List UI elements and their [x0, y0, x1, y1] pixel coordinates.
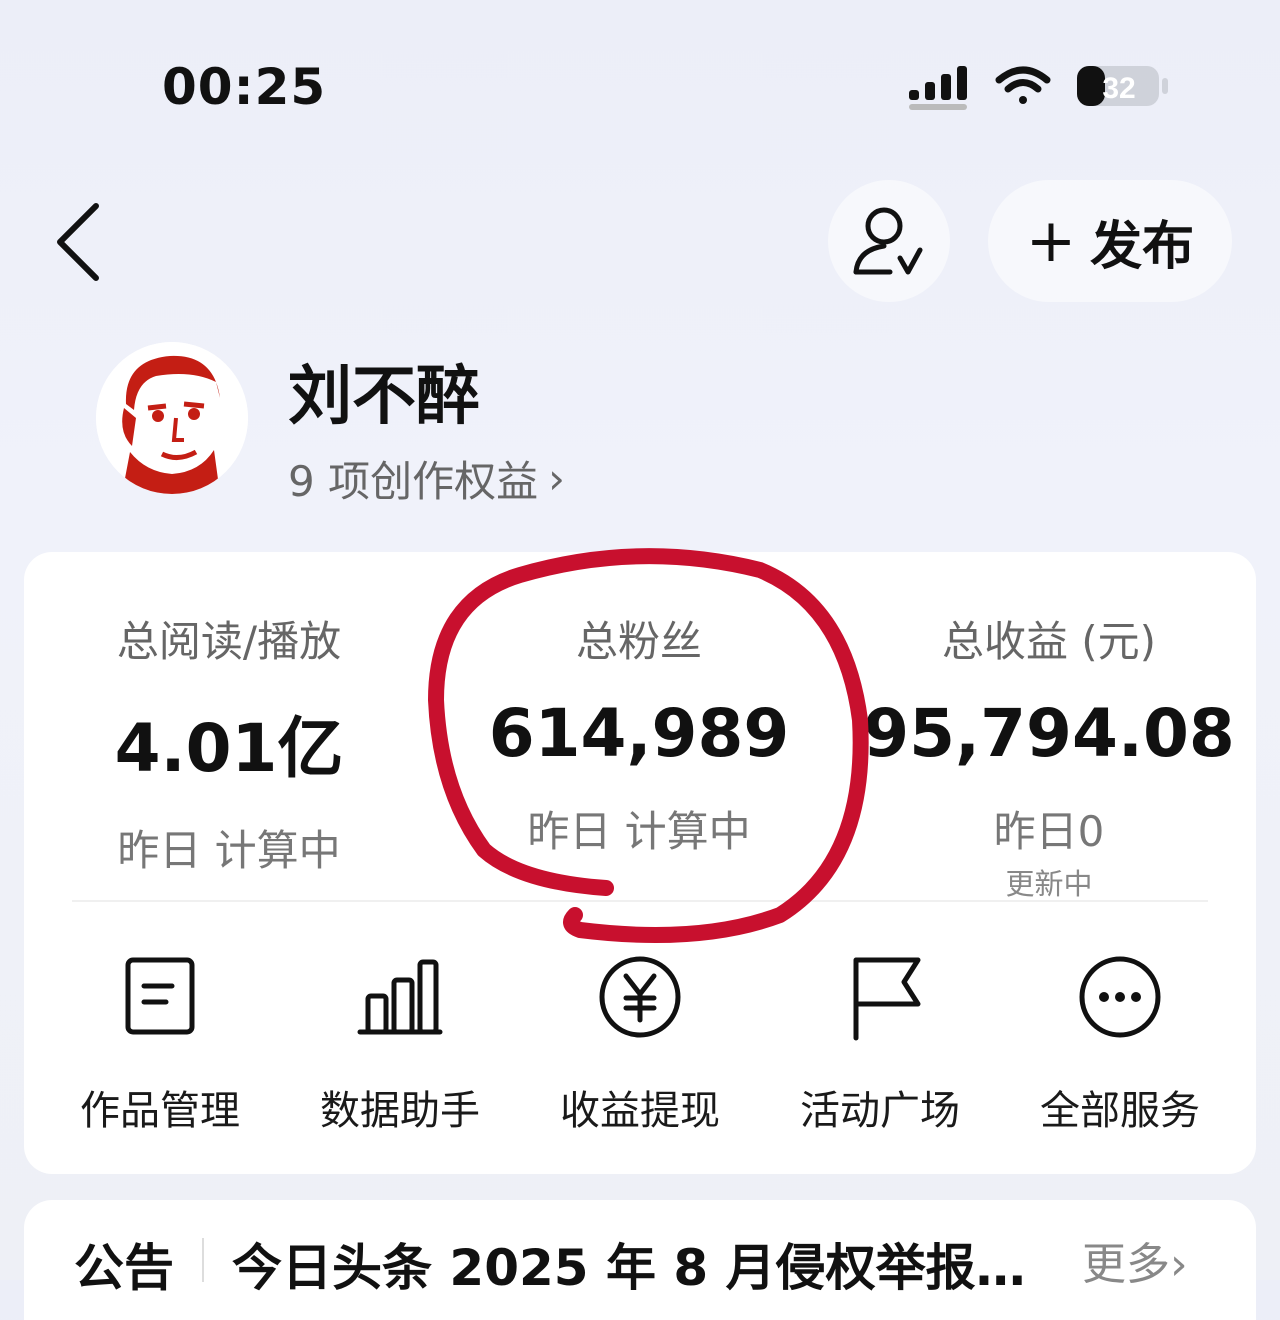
stat-value: 4.01亿	[114, 710, 344, 787]
plus-icon: +	[1025, 206, 1077, 276]
stat-total-earnings[interactable]: 总收益 (元) 95,794.08 昨日0 更新中	[844, 608, 1254, 903]
flag-icon	[853, 957, 921, 1041]
wifi-icon	[995, 66, 1051, 104]
chevron-right-icon: ›	[548, 454, 565, 503]
stat-label: 总粉丝	[575, 617, 702, 666]
creator-rights-link[interactable]: 9 项创作权益 ›	[288, 448, 565, 509]
publish-label: 发布	[1090, 216, 1195, 277]
notice-bar[interactable]: 公告 今日头条 2025 年 8 月侵权举报… 更多›	[24, 1200, 1256, 1320]
stat-label: 总阅读/播放	[116, 617, 342, 666]
service-earnings-withdraw[interactable]: 收益提现	[520, 952, 760, 1136]
username: 刘不醉	[288, 360, 480, 434]
stat-value: 95,794.08	[863, 695, 1235, 772]
user-verify-button[interactable]	[828, 180, 950, 302]
notice-title: 公告	[74, 1239, 174, 1297]
battery-icon: 32	[1077, 66, 1168, 106]
status-time: 00:25	[162, 58, 327, 116]
back-chevron-icon[interactable]	[50, 200, 110, 284]
service-activity-square[interactable]: 活动广场	[760, 952, 1000, 1136]
stat-sub: 昨日 计算中	[527, 807, 751, 856]
service-all-services[interactable]: 全部服务	[1000, 952, 1240, 1136]
avatar[interactable]	[96, 342, 248, 494]
status-icons: 32	[909, 66, 1168, 110]
stat-total-fans[interactable]: 总粉丝 614,989 昨日 计算中	[434, 608, 844, 859]
stat-sub-updating: 更新中	[1005, 867, 1093, 901]
stat-label: 总收益 (元)	[941, 617, 1157, 666]
publish-button[interactable]: + 发布	[988, 180, 1232, 302]
divider	[72, 900, 1208, 902]
stat-value: 614,989	[488, 695, 790, 772]
svg-text:32: 32	[1102, 72, 1135, 105]
stat-total-reads[interactable]: 总阅读/播放 4.01亿 昨日 计算中	[24, 608, 434, 878]
service-label: 数据助手	[320, 1088, 480, 1134]
service-label: 全部服务	[1040, 1088, 1200, 1134]
avatar-image	[96, 342, 248, 494]
cellular-signal-icon	[909, 66, 967, 110]
user-verify-icon	[853, 207, 923, 275]
service-label: 收益提现	[560, 1088, 720, 1134]
service-label: 作品管理	[80, 1088, 240, 1134]
rights-text: 9 项创作权益	[288, 457, 539, 506]
notice-text[interactable]: 今日头条 2025 年 8 月侵权举报…	[232, 1228, 1026, 1300]
more-dots-icon	[1079, 956, 1161, 1038]
service-works-management[interactable]: 作品管理	[40, 952, 280, 1136]
notice-more-link[interactable]: 更多›	[1082, 1228, 1188, 1292]
stat-sub: 昨日0	[993, 807, 1105, 856]
service-label: 活动广场	[800, 1088, 960, 1134]
bar-chart-icon	[357, 959, 443, 1035]
yuan-coin-icon	[599, 956, 681, 1038]
document-icon	[125, 957, 195, 1035]
service-data-assistant[interactable]: 数据助手	[280, 952, 520, 1136]
stat-sub: 昨日 计算中	[117, 826, 341, 875]
notice-divider	[202, 1238, 204, 1282]
stats-card: 总阅读/播放 4.01亿 昨日 计算中 总粉丝 614,989 昨日 计算中 总…	[24, 552, 1256, 1174]
